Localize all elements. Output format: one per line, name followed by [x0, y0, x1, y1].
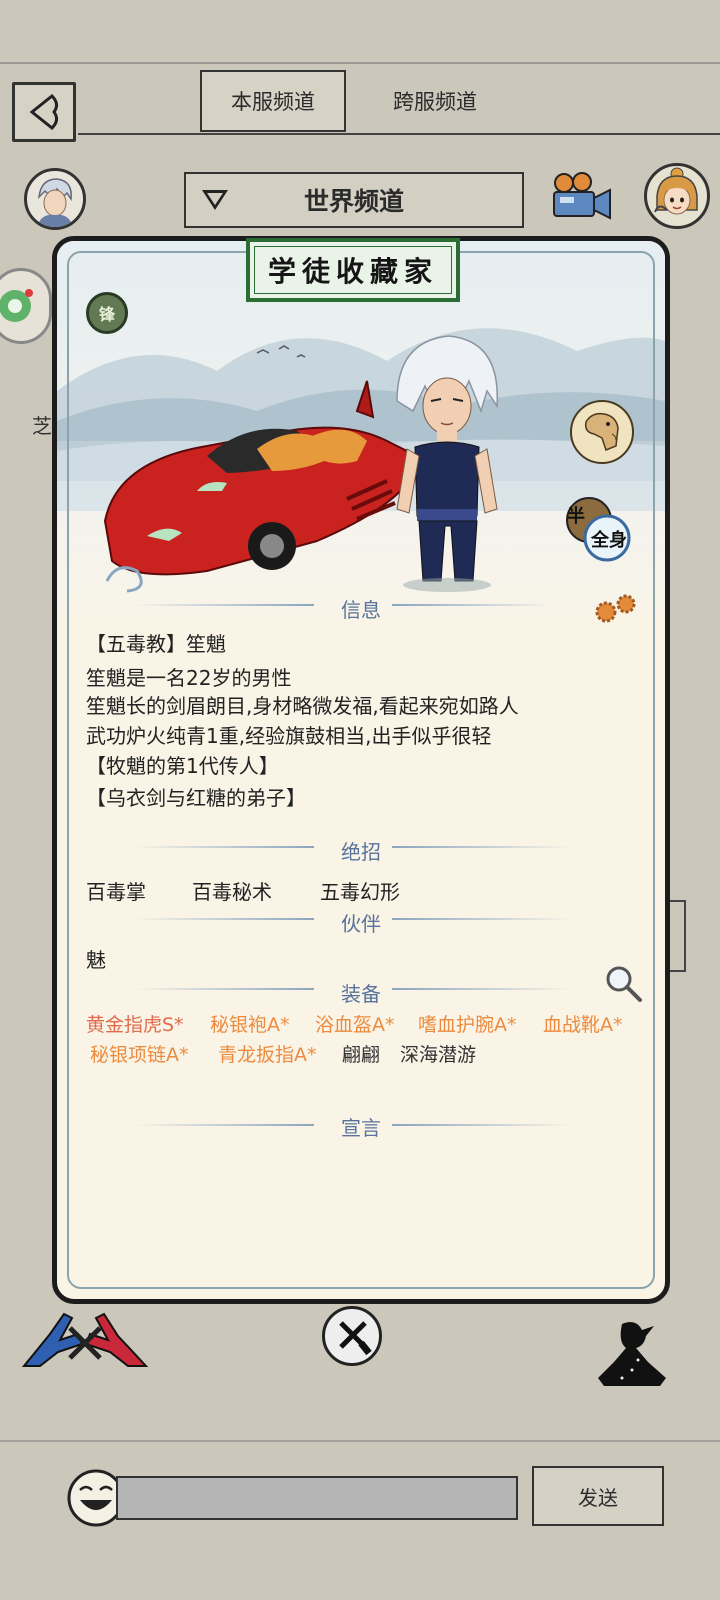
skill-item: 百毒秘术: [192, 880, 272, 904]
crossed-swords-fighters-icon: [21, 1312, 149, 1367]
npc-avatar[interactable]: [644, 163, 710, 229]
section-heading-info: 信息: [341, 598, 381, 622]
meditating-figure-icon: [598, 1322, 666, 1386]
player-avatar[interactable]: [24, 168, 86, 230]
chat-message-input[interactable]: [116, 1476, 518, 1520]
half-full-body-toggle[interactable]: 半 全身: [563, 494, 633, 564]
camel-icon: [584, 412, 619, 451]
pvp-button[interactable]: [20, 1304, 150, 1374]
info-line: 武功炉火纯青1重,经验旗鼓相当,出手似乎很轻: [86, 724, 492, 748]
equipment-item[interactable]: 秘银项链A*: [90, 1040, 189, 1067]
info-line: 笙魈长的剑眉朗目,身材略微发福,看起来宛如路人: [86, 694, 519, 718]
info-line: 【五毒教】笙魈: [86, 632, 226, 656]
equipment-item[interactable]: 青龙扳指A*: [218, 1040, 317, 1067]
mount-toggle-button[interactable]: [570, 400, 634, 464]
movie-camera-button[interactable]: [548, 170, 614, 224]
full-body-label: 全身: [591, 530, 627, 551]
faction-badge: 锋: [86, 292, 128, 334]
tab-cross-server-channel[interactable]: 跨服频道: [360, 70, 510, 132]
movie-camera-icon: [553, 172, 611, 220]
half-body-label: 半: [567, 506, 585, 527]
skill-item: 百毒掌: [86, 880, 146, 904]
equipment-item[interactable]: 深海潜游: [400, 1040, 476, 1067]
equipment-item[interactable]: 血战靴A*: [543, 1010, 623, 1037]
close-sword-icon: [339, 1321, 372, 1356]
info-line: 【乌衣剑与红糖的弟子】: [86, 786, 306, 810]
avatar-portrait-icon: [37, 178, 73, 227]
section-heading-skills: 绝招: [341, 840, 381, 864]
info-line: 【牧魈的第1代传人】: [86, 754, 279, 778]
skill-item: 五毒幻形: [320, 880, 400, 904]
search-equipment-button[interactable]: [604, 964, 644, 1004]
info-line: 笙魈是一名22岁的男性: [86, 666, 292, 690]
assistant-icon: [0, 289, 33, 322]
equipment-item[interactable]: 秘银袍A*: [210, 1010, 290, 1037]
floating-assistant-bubble[interactable]: [0, 268, 52, 344]
section-heading-partner: 伙伴: [341, 912, 381, 936]
background-partial-text: 芝: [32, 414, 52, 438]
tab-server-channel[interactable]: 本服频道: [200, 70, 346, 132]
meditate-button[interactable]: [592, 1316, 672, 1396]
close-card-button[interactable]: [322, 1306, 382, 1366]
equipment-item[interactable]: 翩翩: [342, 1040, 380, 1067]
equipment-item[interactable]: 黄金指虎S*: [86, 1010, 184, 1037]
top-divider: [0, 62, 720, 64]
back-arrow-icon: [29, 93, 59, 131]
section-heading-equipment: 装备: [341, 982, 381, 1006]
send-button[interactable]: 发送: [532, 1466, 664, 1526]
partner-name: 魅: [86, 948, 106, 972]
equipment-item[interactable]: 嗜血护腕A*: [418, 1010, 517, 1037]
equipment-item[interactable]: 浴血盔A*: [315, 1010, 395, 1037]
section-heading-declaration: 宣言: [341, 1116, 381, 1140]
character-title-plaque: 学徒收藏家: [246, 238, 460, 302]
channel-dropdown-label: 世界频道: [303, 187, 404, 216]
header-rule: [78, 133, 720, 135]
magnifier-icon: [606, 966, 642, 1002]
bottom-divider: [0, 1440, 720, 1442]
girl-portrait-icon: [654, 167, 698, 215]
back-button[interactable]: [12, 82, 76, 142]
channel-dropdown[interactable]: 世界频道: [184, 172, 524, 228]
